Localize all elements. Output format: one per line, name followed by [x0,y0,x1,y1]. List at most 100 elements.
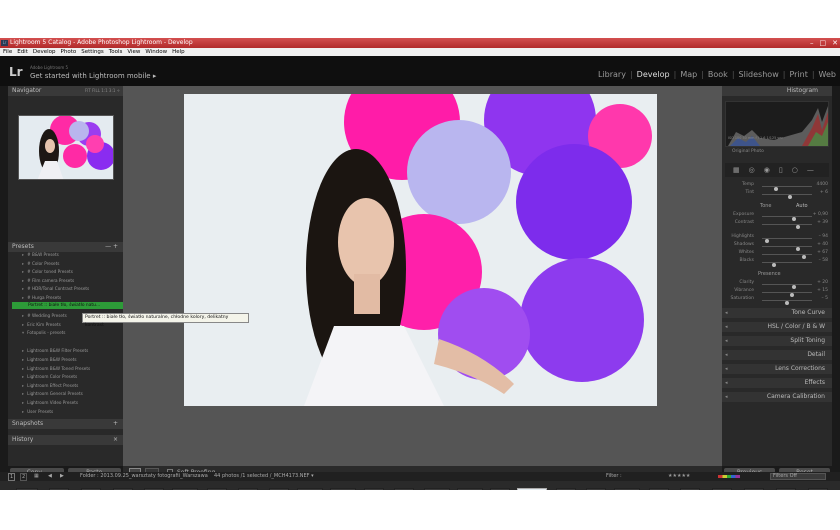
vibrance-slider[interactable]: Vibrance + 15 [726,288,830,297]
menu-help[interactable]: Help [172,48,185,56]
photo-canvas[interactable] [123,86,722,466]
maximize-button[interactable]: □ [820,38,827,48]
module-slideshow[interactable]: Slideshow [739,70,779,79]
filmstrip-thumbnail[interactable] [172,488,198,490]
preset-folder[interactable]: ▸ # Hurga Presets [22,295,61,301]
filters-off-dropdown[interactable]: Filters Off [770,473,826,480]
menu-window[interactable]: Window [145,48,167,56]
contrast-slider[interactable]: Contrast + 39 [726,220,830,229]
lens-corrections-section[interactable]: ◂ Lens Corrections [722,364,832,374]
module-map[interactable]: Map [680,70,697,79]
filmstrip-thumbnail[interactable] [16,488,38,490]
graduated-filter-icon[interactable]: ▯ [779,166,783,174]
grid-icon[interactable]: ▦ [34,472,39,481]
clarity-slider[interactable]: Clarity + 20 [726,280,830,289]
filmstrip-thumbnail[interactable] [556,488,576,490]
history-header[interactable]: History × [8,435,123,445]
close-button[interactable]: ✕ [832,38,838,48]
preset-folder[interactable]: ▸ # Color Presets [22,261,59,267]
preset-folder[interactable]: ▸ # HDR/Tonal Contrast Presets [22,286,89,292]
camera-calibration-section[interactable]: ◂ Camera Calibration [722,392,832,402]
filmstrip-thumbnail[interactable] [808,488,828,490]
filmstrip-thumbnail[interactable] [269,488,289,490]
whites-slider[interactable]: Whites + 67 [726,250,830,259]
blacks-slider[interactable]: Blacks – 58 [726,258,830,267]
presets-add-remove[interactable]: — + [105,242,118,252]
rating-stars[interactable]: ★★★★★ [668,472,690,481]
split-toning-section[interactable]: ◂ Split Toning [722,336,832,346]
radial-filter-icon[interactable]: ○ [792,166,798,174]
preset-folder[interactable]: ▸ Eric Kim Presets [22,322,61,328]
hsl-section[interactable]: ◂ HSL / Color / B & W [722,322,832,332]
histogram-header[interactable]: Histogram [722,86,832,96]
preset-folder[interactable]: ▸ Lightroom Color Presets [22,374,77,380]
filmstrip-thumbnail[interactable] [490,488,510,490]
filmstrip-thumbnail[interactable] [113,488,133,490]
preset-folder[interactable]: ▸ Lightroom B&W Toned Presets [22,366,90,372]
menu-develop[interactable]: Develop [33,48,56,56]
highlights-slider[interactable]: Highlights – 94 [726,234,830,243]
detail-section[interactable]: ◂ Detail [722,350,832,360]
color-label-filters[interactable] [718,475,740,478]
preset-folder-open[interactable]: ▾ Fotopolis - presets [22,330,65,336]
filmstrip-thumbnail[interactable] [297,488,323,490]
main-window-button[interactable]: 1 [8,473,16,481]
menu-tools[interactable]: Tools [109,48,123,56]
minimize-button[interactable]: – [810,38,814,48]
crop-tool-icon[interactable]: ▦ [733,166,740,174]
history-clear-button[interactable]: × [113,435,118,445]
tint-slider[interactable]: Tint + 6 [726,190,830,199]
temp-slider[interactable]: Temp 4400 [726,182,830,191]
auto-tone-button[interactable]: Auto [796,203,808,209]
module-library[interactable]: Library [598,70,626,79]
preset-folder[interactable]: ▸ # Color toned Presets [22,269,73,275]
filmstrip-thumbnail[interactable] [81,488,101,490]
effects-section[interactable]: ◂ Effects [722,378,832,388]
presets-header[interactable]: Presets — + [8,242,123,252]
preset-folder[interactable]: ▸ # Wedding Presets [22,313,67,319]
filmstrip-thumbnail[interactable] [776,488,796,490]
filmstrip-thumbnail[interactable] [207,488,227,490]
module-web[interactable]: Web [819,70,836,79]
module-develop[interactable]: Develop [637,70,670,79]
filmstrip-thumbnail[interactable] [457,488,483,490]
preset-folder[interactable]: ▸ # B&W Presets [22,252,59,258]
navigator-zoom-options[interactable]: FIT FILL 1:1 3:1 ÷ [85,88,120,94]
preset-folder[interactable]: ▸ Lightroom B&W Filter Presets [22,348,88,354]
selected-preset[interactable]: Portret :: białe tło, światło natu… [12,302,124,309]
menu-settings[interactable]: Settings [81,48,104,56]
preset-folder[interactable]: ▸ Lightroom General Presets [22,391,83,397]
menu-edit[interactable]: Edit [17,48,28,56]
filmstrip-thumbnail[interactable] [330,488,356,490]
menu-photo[interactable]: Photo [61,48,77,56]
filmstrip-thumbnail[interactable] [586,488,606,490]
exposure-slider[interactable]: Exposure + 0,90 [726,212,830,221]
filmstrip-thumbnail[interactable] [144,488,164,490]
shadows-slider[interactable]: Shadows + 40 [726,242,830,251]
adjustment-brush-icon[interactable]: — [807,166,814,174]
forward-arrow-icon[interactable]: ▶ [60,472,64,481]
tone-curve-section[interactable]: ◂ Tone Curve [722,308,832,318]
filmstrip-thumbnail[interactable] [744,488,764,490]
preset-folder[interactable]: ▸ Lightroom B&W Presets [22,357,77,363]
filmstrip-thumbnail[interactable] [424,488,450,490]
spot-removal-icon[interactable]: ◎ [749,166,755,174]
photo-count[interactable]: 44 photos /1 selected /_MCH4173.NEF ▾ [214,472,314,481]
filmstrip-thumbnail[interactable] [680,488,700,490]
filmstrip-thumbnail[interactable] [364,488,384,490]
filmstrip-thumbnail[interactable] [649,488,669,490]
saturation-slider[interactable]: Saturation – 5 [726,296,830,305]
red-eye-icon[interactable]: ◉ [764,166,770,174]
module-book[interactable]: Book [708,70,728,79]
filmstrip-thumbnail[interactable] [712,488,732,490]
folder-path[interactable]: Folder : 2013.09.25_warsztaty fotografii… [80,472,208,481]
main-photo[interactable] [184,94,657,406]
menu-file[interactable]: File [3,48,12,56]
filmstrip-thumbnail[interactable] [238,488,258,490]
snapshots-add-button[interactable]: + [113,419,118,429]
filmstrip-thumbnail[interactable] [49,488,69,490]
preset-folder[interactable]: ▸ # Film camera Presets [22,278,74,284]
filmstrip-thumbnail[interactable] [614,488,640,490]
snapshots-header[interactable]: Snapshots + [8,419,123,429]
back-arrow-icon[interactable]: ◀ [48,472,52,481]
